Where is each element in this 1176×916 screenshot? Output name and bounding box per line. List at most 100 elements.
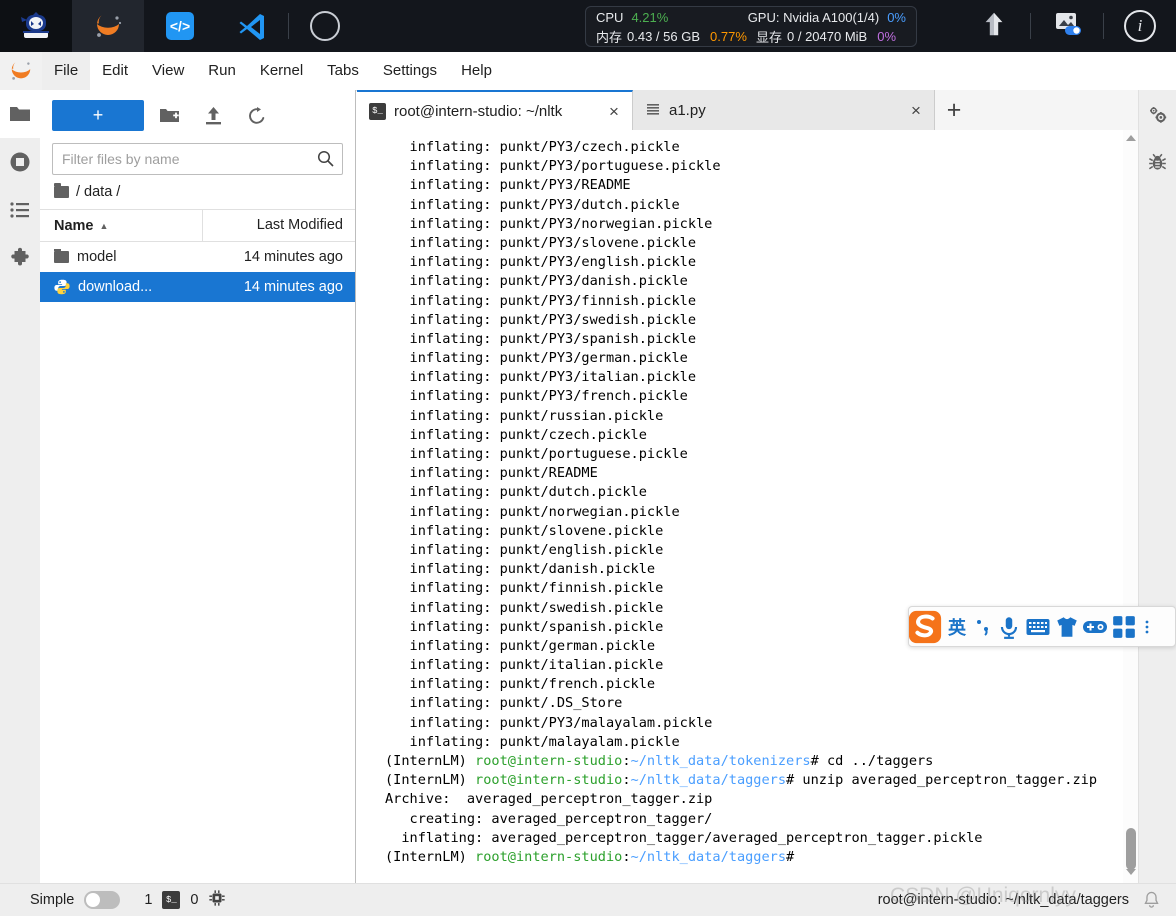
status-bar: Simple 1 $_ 0 root@intern-studio: ~/nltk… [0, 883, 1176, 916]
search-icon [317, 150, 334, 167]
terminal-text: ~/nltk_data/taggers [630, 772, 787, 789]
upload-files-button[interactable] [194, 100, 232, 131]
tab-terminal[interactable]: $_ root@intern-studio: ~/nltk × [357, 90, 633, 130]
terminal-line: (InternLM) root@intern-studio:~/nltk_dat… [385, 771, 1139, 790]
terminal-text: inflating: punkt/dutch.pickle [385, 484, 647, 501]
terminal-text: inflating: punkt/PY3/english.pickle [385, 254, 696, 271]
compass-icon [310, 11, 340, 41]
terminal-text: inflating: averaged_perceptron_tagger/av… [385, 829, 983, 846]
scroll-up-button[interactable] [1123, 130, 1139, 146]
sidebar-item-running[interactable] [0, 138, 40, 186]
terminal-text: ~/nltk_data/taggers [630, 848, 787, 865]
list-item[interactable]: download... 14 minutes ago [40, 272, 355, 302]
add-tab-button[interactable]: + [935, 90, 973, 130]
refresh-button[interactable] [238, 100, 276, 131]
menu-tabs[interactable]: Tabs [315, 52, 371, 90]
jupyter-icon [93, 11, 123, 41]
column-header-modified[interactable]: Last Modified [202, 210, 355, 241]
terminal-text: (InternLM) [385, 753, 476, 769]
close-icon[interactable]: × [908, 102, 924, 119]
info-button[interactable]: i [1104, 0, 1176, 52]
file-modified: 14 minutes ago [243, 249, 343, 265]
column-header-name-label: Name [54, 217, 94, 234]
chevron-up-icon [1126, 135, 1136, 141]
sidebar-item-debugger[interactable] [1139, 138, 1176, 186]
menu-view[interactable]: View [140, 52, 196, 90]
terminal-line: inflating: punkt/PY3/slovene.pickle [385, 234, 1139, 253]
puzzle-icon [11, 247, 29, 266]
ime-keyboard-icon[interactable] [1023, 614, 1053, 640]
terminal-text: inflating: punkt/portuguese.pickle [385, 446, 688, 462]
menu-file[interactable]: File [42, 52, 91, 90]
terminal-text: root@intern-studio [475, 772, 623, 789]
ime-toolbox-icon[interactable] [1109, 614, 1139, 640]
terminal-text: inflating: punkt/PY3/malayalam.pickle [385, 714, 713, 731]
status-bar-right: root@intern-studio: ~/nltk_data/taggers [878, 891, 1160, 910]
top-toolbar-right-group: i [958, 0, 1176, 52]
scroll-down-button[interactable] [1123, 864, 1139, 880]
ime-emoji-icon[interactable] [1081, 614, 1109, 640]
terminal-line: inflating: punkt/danish.pickle [385, 560, 1139, 579]
terminal-text: inflating: punkt/PY3/danish.pickle [385, 273, 688, 290]
terminal-line: inflating: punkt/PY3/danish.pickle [385, 272, 1139, 291]
terminal-output[interactable]: inflating: punkt/PY3/czech.pickle inflat… [357, 130, 1139, 884]
info-icon: i [1124, 10, 1156, 42]
status-bar-context-text: root@intern-studio: ~/nltk_data/taggers [877, 892, 1129, 908]
new-launcher-button[interactable]: + [52, 100, 144, 131]
stats-row-bottom: 内存 0.43 / 56 GB 0.77% 显存 0 / 20470 MiB 0… [596, 27, 906, 46]
terminal-line: inflating: punkt/portuguese.pickle [385, 445, 1139, 464]
list-icon [10, 202, 29, 218]
sidebar-item-toc[interactable] [0, 186, 40, 234]
close-icon[interactable]: × [606, 103, 622, 120]
terminal-scrollbar[interactable] [1123, 130, 1139, 884]
gpu-percent: 0% [887, 9, 906, 25]
terminal-text: inflating: punkt/PY3/portuguese.pickle [385, 158, 721, 175]
filter-field-wrapper [52, 143, 343, 175]
sidebar-item-extensions[interactable] [0, 234, 40, 282]
tab-a1-py-label: a1.py [669, 101, 706, 119]
menu-settings[interactable]: Settings [371, 52, 449, 90]
compass-app-button[interactable] [289, 0, 361, 52]
terminal-text: inflating: punkt/PY3/italian.pickle [385, 369, 696, 386]
ime-more-icon[interactable] [1139, 616, 1155, 638]
ime-language-toggle[interactable]: 英 [943, 614, 971, 640]
list-item[interactable]: model 14 minutes ago [40, 242, 355, 272]
filter-files-input[interactable] [52, 143, 343, 175]
terminal-text: inflating: punkt/PY3/slovene.pickle [385, 234, 696, 251]
simple-mode-toggle[interactable] [84, 891, 121, 909]
menu-edit[interactable]: Edit [90, 52, 140, 90]
terminal-icon[interactable]: $_ [162, 891, 181, 909]
file-name: model [77, 249, 117, 265]
jupyter-logo-small [0, 52, 42, 90]
vscode-app-button[interactable] [216, 0, 288, 52]
terminal-text: creating: averaged_perceptron_tagger/ [385, 810, 713, 827]
intern-studio-logo-button[interactable] [0, 0, 72, 52]
menu-help[interactable]: Help [449, 52, 504, 90]
terminal-text: inflating: punkt/french.pickle [385, 676, 656, 693]
file-browser-toolbar: + [40, 90, 355, 135]
notification-bell-icon[interactable] [1143, 891, 1160, 910]
column-header-name[interactable]: Name ▲ [40, 218, 202, 234]
breadcrumb[interactable]: / data / [40, 175, 355, 209]
terminal-line: inflating: punkt/PY3/finnish.pickle [385, 292, 1139, 311]
jupyterlab-app-button[interactable] [72, 0, 144, 52]
kernel-cpu-icon[interactable] [208, 889, 226, 911]
ime-punctuation-icon[interactable] [971, 614, 995, 640]
terminal-count: 0 [190, 892, 199, 908]
image-toggle-button[interactable] [1031, 0, 1103, 52]
jupyterlab-window: </> CPU 4.21% GPU: Nvidia A100(1/4) 0% 内… [0, 0, 1176, 916]
code-server-app-button[interactable]: </> [144, 0, 216, 52]
new-folder-button[interactable] [150, 100, 188, 131]
upload-arrow-button[interactable] [958, 0, 1030, 52]
folder-icon [54, 249, 69, 263]
sidebar-item-property-inspector[interactable] [1139, 90, 1176, 138]
menu-kernel[interactable]: Kernel [248, 52, 315, 90]
sidebar-item-file-browser[interactable] [0, 90, 40, 138]
terminal-text: inflating: punkt/danish.pickle [385, 561, 656, 578]
ime-skin-icon[interactable] [1053, 614, 1081, 640]
tab-a1-py[interactable]: a1.py × [633, 90, 935, 130]
menu-run[interactable]: Run [196, 52, 248, 90]
memory-percent: 0.77% [710, 28, 747, 44]
sogou-input-method-bar[interactable]: 英 [908, 606, 1176, 647]
ime-voice-icon[interactable] [995, 614, 1023, 640]
